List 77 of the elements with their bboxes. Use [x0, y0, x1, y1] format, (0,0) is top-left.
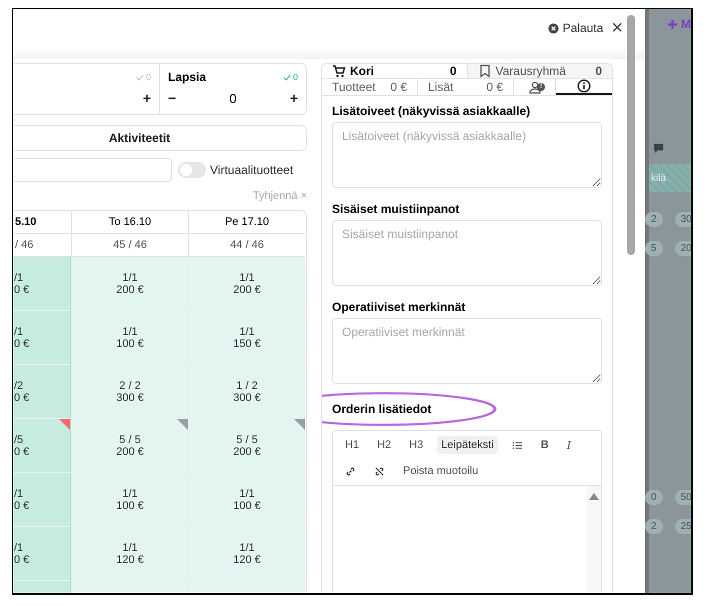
format-button[interactable]: Leipäteksti	[437, 436, 498, 454]
toggle-switch[interactable]	[178, 162, 206, 178]
availability-cell[interactable]: 5 / 5 200 €	[188, 419, 305, 473]
guest-label: Lapsia	[168, 70, 206, 84]
summary-tab[interactable]: Lisät 0 €	[418, 79, 514, 95]
date-header: To 16.10	[71, 211, 188, 234]
reset-button[interactable]: Palauta	[548, 21, 604, 35]
italic-button[interactable]: I	[562, 436, 576, 454]
broken-link-icon	[374, 466, 385, 476]
count-pill: 25	[674, 519, 691, 534]
bookmark-icon	[478, 64, 492, 78]
count-pill: 20	[674, 241, 691, 256]
availability-cell[interactable]: 1/1 100 €	[71, 311, 188, 365]
confirmed-count: 0	[136, 72, 151, 82]
count-pill: 2	[645, 519, 663, 534]
cart-tab[interactable]: Varausryhmä 0	[468, 64, 612, 78]
availability-cell[interactable]: 1/1 200 €	[71, 257, 188, 311]
count-pill: 50	[674, 490, 691, 505]
field-label: Orderin lisätiedot	[332, 402, 432, 416]
comment-icon	[653, 143, 664, 154]
link-icon	[345, 466, 356, 476]
list-icon	[512, 440, 523, 450]
info-tab[interactable]	[556, 79, 612, 95]
close-button[interactable]: ×	[611, 18, 623, 38]
toggle-label: Virtuaalituotteet	[210, 163, 294, 177]
bold-button[interactable]: B	[536, 436, 553, 454]
availability-cell[interactable]: /5 0 €	[13, 419, 71, 473]
increment-button[interactable]: +	[290, 90, 298, 106]
decrement-button[interactable]: −	[168, 90, 176, 106]
person-icon	[528, 80, 542, 94]
availability-cell[interactable]: 1/1 120 €	[71, 527, 188, 581]
availability-cell[interactable]: /1 0 €	[13, 311, 71, 365]
availability-cell[interactable]: 2 / 2 300 €	[71, 365, 188, 419]
date-header: Pe 17.10	[188, 211, 305, 234]
increment-button[interactable]: +	[142, 90, 151, 106]
cart-icon	[332, 64, 346, 78]
availability-cell[interactable]: 1/1 150 €	[188, 311, 305, 365]
field-label: Sisäiset muistiinpanot	[332, 202, 460, 216]
availability-cell[interactable]: 1/1 100 €	[71, 473, 188, 527]
availability-cell[interactable]: /1 0 €	[13, 473, 71, 527]
check-icon	[282, 74, 291, 80]
confirmed-count: 0	[282, 72, 298, 82]
format-button[interactable]: H2	[373, 436, 396, 454]
format-button[interactable]: H3	[405, 436, 428, 454]
text-area[interactable]: Sisäiset muistiinpanot	[332, 220, 602, 286]
cart-tab[interactable]: Kori 0	[322, 64, 468, 78]
availability-cell[interactable]: 1 / 2 300 €	[188, 365, 305, 419]
availability-cell[interactable]: /1 0 €	[13, 257, 71, 311]
availability-cell[interactable]: /1 0 €	[13, 527, 71, 581]
info-icon	[577, 79, 591, 93]
text-area[interactable]: Lisätoiveet (näkyvissä asiakkaalle)	[332, 122, 602, 188]
count-pill: 30	[674, 212, 691, 227]
count-pill: 0	[645, 490, 663, 505]
booking-bar: kilä	[649, 164, 691, 192]
guest-count: 0	[228, 90, 238, 106]
rich-text-editor[interactable]: H1 H2 H3 Leipäteksti B I Poista muotoilu	[332, 430, 602, 593]
date-header: 5.10	[13, 211, 71, 234]
availability-cell[interactable]: 1/1 100 €	[188, 473, 305, 527]
scrollbar-thumb[interactable]	[627, 15, 635, 255]
count-pill: 5	[645, 241, 663, 256]
close-circle-icon	[548, 22, 559, 34]
format-button[interactable]: Poista muotoilu	[399, 462, 482, 480]
summary-tab[interactable]: Tuotteet 0 €	[322, 79, 418, 95]
plus-icon	[667, 18, 678, 30]
format-button[interactable]: H1	[341, 436, 364, 454]
scroll-up-icon[interactable]	[589, 492, 599, 500]
availability-cell[interactable]: /2 0 €	[13, 365, 71, 419]
availability-cell[interactable]: 1/1 120 €	[188, 527, 305, 581]
field-label: Operatiiviset merkinnät	[332, 300, 466, 314]
check-icon	[136, 74, 144, 80]
count-pill: 2	[645, 212, 663, 227]
field-label: Lisätoiveet (näkyvissä asiakkaalle)	[332, 104, 532, 118]
search-field[interactable]	[13, 158, 172, 182]
text-area[interactable]: Operatiiviset merkinnät	[332, 318, 602, 384]
availability-cell[interactable]: 5 / 5 200 €	[71, 419, 188, 473]
availability-cell[interactable]: 1/1 200 €	[188, 257, 305, 311]
activities-button[interactable]: Aktiviteetit	[13, 125, 307, 151]
